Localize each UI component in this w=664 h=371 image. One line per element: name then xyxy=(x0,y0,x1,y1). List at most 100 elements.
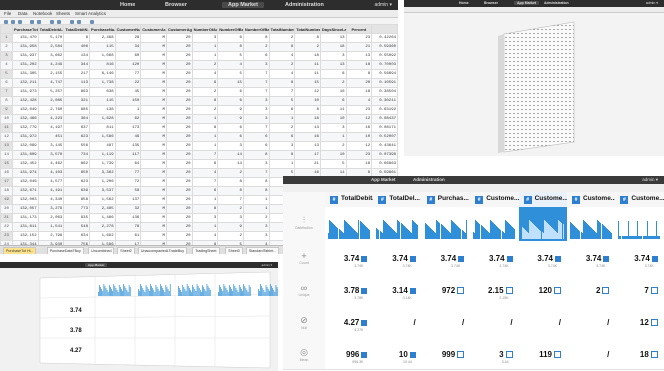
cell[interactable]: 8 xyxy=(191,96,219,106)
cell[interactable]: 6 xyxy=(217,87,244,97)
cell[interactable]: 3 xyxy=(191,213,219,223)
cell[interactable]: 14 xyxy=(217,150,244,160)
cell[interactable]: 9 xyxy=(217,105,244,115)
cell[interactable]: 20 xyxy=(165,87,193,97)
cell[interactable]: 8 xyxy=(242,150,270,160)
cell[interactable]: 8 xyxy=(217,42,244,52)
cell[interactable]: M xyxy=(140,96,167,106)
cell[interactable]: 20 xyxy=(165,105,193,115)
user-menu-tiny[interactable]: admin ▾ xyxy=(261,263,272,267)
cell[interactable]: 3,362 xyxy=(88,168,116,178)
cell[interactable]: 4,462 xyxy=(37,159,65,169)
summary-value-cell[interactable]: / xyxy=(567,337,617,370)
cell[interactable]: 1,562 xyxy=(88,195,116,205)
sheet-tab[interactable]: StandardTablet... xyxy=(245,247,280,254)
summary-column-header[interactable]: # Custome... xyxy=(615,192,664,207)
cell[interactable]: 12 xyxy=(345,114,373,124)
summary-column-header[interactable]: # Custome... xyxy=(518,192,568,207)
chart-icon[interactable] xyxy=(50,19,54,24)
cell[interactable]: 406 xyxy=(63,42,90,52)
cell[interactable]: 650 xyxy=(63,168,90,178)
cell[interactable]: 20 xyxy=(165,33,193,43)
row-number[interactable]: 19 xyxy=(0,195,13,205)
cell[interactable]: 556 xyxy=(63,141,90,151)
cell[interactable]: 862 xyxy=(63,159,90,169)
cell[interactable]: M xyxy=(140,159,167,169)
cell[interactable]: 131,202 xyxy=(12,60,39,70)
cell[interactable]: 132,049 xyxy=(12,105,39,115)
user-menu-small[interactable]: admin ▾ xyxy=(646,1,658,5)
table-row[interactable]: 8 132,428 2,085 321 115 150 M 20 8 6 3 5 10 6 4 0.30211 xyxy=(0,96,398,106)
cell[interactable]: 2,468 xyxy=(88,33,116,43)
menu-file[interactable]: File xyxy=(4,11,11,16)
cell[interactable]: 985 xyxy=(63,105,90,115)
corner-cell[interactable] xyxy=(0,24,13,34)
cell[interactable]: 6 xyxy=(217,123,244,133)
cell[interactable]: 0.52007 xyxy=(371,132,398,142)
summary-value-cell[interactable]: / xyxy=(518,305,568,338)
cell[interactable]: 2,063 xyxy=(37,213,65,223)
cell[interactable]: 9 xyxy=(217,114,244,124)
cell[interactable]: 8 xyxy=(268,78,296,88)
cell[interactable]: 115 xyxy=(88,42,116,52)
cell[interactable]: 32 xyxy=(114,204,142,214)
cell[interactable]: 7 xyxy=(242,168,270,178)
cell[interactable]: 6 xyxy=(242,51,270,61)
column-header[interactable] xyxy=(371,24,398,34)
sort-icon[interactable] xyxy=(37,19,41,24)
cell[interactable]: 3 xyxy=(242,114,270,124)
cell[interactable]: 0.38504 xyxy=(371,87,398,97)
row-number[interactable]: 2 xyxy=(0,42,13,52)
cell[interactable]: 1 xyxy=(268,114,296,124)
delete-icon[interactable] xyxy=(77,19,81,24)
cell[interactable]: 1,541 xyxy=(37,222,65,232)
cell[interactable]: 1,739 xyxy=(88,159,116,169)
cell[interactable]: 21 xyxy=(345,42,373,52)
summary-value-cell[interactable]: 3.74 3.74K xyxy=(325,241,375,274)
cell[interactable]: 34 xyxy=(114,42,142,52)
cell[interactable]: 10 xyxy=(319,150,347,160)
cell[interactable]: 2 xyxy=(268,123,296,133)
row-number[interactable]: 12 xyxy=(0,132,13,142)
row-number[interactable]: 15 xyxy=(0,159,13,169)
summary-value-cell[interactable]: 999 xyxy=(421,337,472,370)
cell[interactable]: 3 xyxy=(319,51,347,61)
cell[interactable]: 20 xyxy=(165,132,193,142)
cell[interactable]: 3 xyxy=(217,213,244,223)
cell[interactable]: 5 xyxy=(217,69,244,79)
cell[interactable]: 7 xyxy=(242,123,270,133)
cell[interactable]: M xyxy=(140,114,167,124)
undo-icon[interactable] xyxy=(4,19,8,24)
cell[interactable]: 131,173 xyxy=(12,213,39,223)
cell[interactable]: 13 xyxy=(294,123,321,133)
cell[interactable]: 2 xyxy=(217,231,244,241)
cell[interactable]: 321 xyxy=(63,96,90,106)
cell[interactable]: 487 xyxy=(88,141,116,151)
cell[interactable]: 115 xyxy=(88,96,116,106)
cell[interactable]: 20 xyxy=(165,231,193,241)
cell[interactable]: 2 xyxy=(242,213,270,223)
cell[interactable]: 10 xyxy=(319,87,347,97)
cell[interactable]: 451 xyxy=(37,132,65,142)
summary-value-cell[interactable]: 3.74 3.74K xyxy=(421,241,472,274)
cell[interactable]: 132,466 xyxy=(12,114,39,124)
cell[interactable]: 20 xyxy=(165,195,193,205)
cell[interactable]: 4 xyxy=(345,96,373,106)
cell[interactable]: 7 xyxy=(268,87,296,97)
cell[interactable]: 0.43641 xyxy=(371,141,398,151)
cell[interactable]: 18 xyxy=(294,51,321,61)
cell[interactable]: 6 xyxy=(217,33,244,43)
cell[interactable]: M xyxy=(140,231,167,241)
cell[interactable]: 15 xyxy=(294,78,321,88)
cell[interactable]: 20 xyxy=(165,51,193,61)
row-number[interactable]: 23 xyxy=(0,231,13,241)
summary-value-cell[interactable]: 18 xyxy=(615,337,664,370)
cell[interactable]: 20 xyxy=(165,177,193,187)
cell[interactable]: 7 xyxy=(242,69,270,79)
insert-icon[interactable] xyxy=(70,19,74,24)
cell[interactable]: 131,972 xyxy=(12,132,39,142)
sheet-tab[interactable]: UnaccompaniedLTradeBuy xyxy=(137,247,188,254)
cell[interactable]: M xyxy=(140,222,167,232)
cell[interactable]: 0.10591 xyxy=(371,78,398,88)
summary-value-cell[interactable]: 972 xyxy=(421,273,472,306)
